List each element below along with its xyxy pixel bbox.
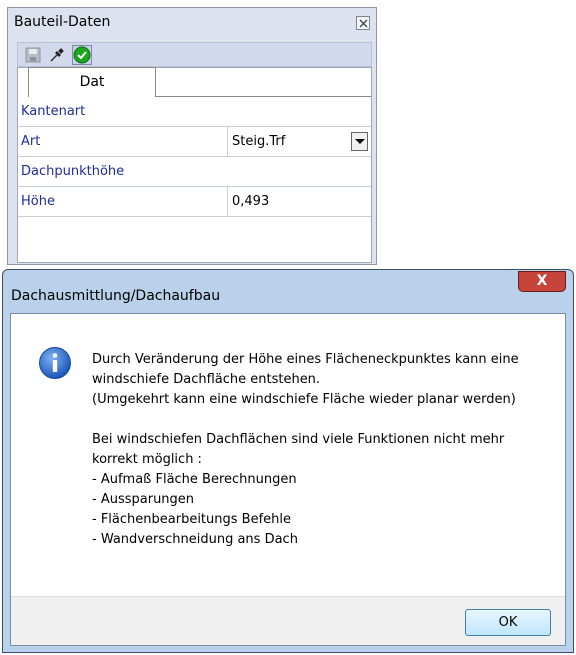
section-header-dachpunkthoehe: Dachpunkthöhe [18,157,371,187]
property-row-art[interactable]: Art Steig.Trf [18,127,371,157]
property-grid: Kantenart Art Steig.Trf Dachpunkthöhe Hö… [18,97,371,217]
message-dialog: Dachausmittlung/Dachaufbau X Durch Verän… [2,269,574,653]
property-label: Art [21,134,41,149]
message-line: - Flächenbearbeitungs Befehle [92,512,291,527]
panel-title: Bauteil-Daten [14,14,111,30]
dialog-close-button[interactable]: X [518,271,566,292]
message-line: Durch Veränderung der Höhe eines Flächen… [92,352,519,367]
panel-close-button[interactable] [356,16,370,30]
confirm-button[interactable] [72,45,92,65]
message-line: korrekt möglich : [92,452,202,467]
hoehe-value: 0,493 [232,194,270,209]
save-icon [25,47,41,63]
save-button[interactable] [24,46,42,64]
section-title: Dachpunkthöhe [21,164,125,179]
property-row-hoehe[interactable]: Höhe 0,493 [18,187,371,217]
message-line: (Umgekehrt kann eine windschiefe Fläche … [92,392,516,407]
dialog-title: Dachausmittlung/Dachaufbau [11,288,221,304]
dialog-footer: OK [11,596,565,645]
message-line: windschiefe Dachfläche entstehen. [92,372,321,387]
bauteil-daten-panel: Bauteil-Daten Dat Kantenart Art Steig.Tr… [7,7,377,265]
section-header-kantenart: Kantenart [18,97,371,127]
info-icon [39,347,71,379]
art-value: Steig.Trf [232,134,286,149]
ok-button[interactable]: OK [465,609,551,636]
tab-content: Dat Kantenart Art Steig.Trf Dachpunkthöh… [17,67,372,263]
panel-toolbar [17,42,372,67]
dropdown-arrow-icon[interactable] [351,132,368,151]
section-title: Kantenart [21,104,86,119]
close-icon [359,19,368,28]
message-line: - Aussparungen [92,492,195,507]
close-icon: X [536,273,548,289]
art-select[interactable]: Steig.Trf [227,127,371,157]
message-line: - Wandverschneidung ans Dach [92,532,298,547]
dialog-message: Durch Veränderung der Höhe eines Flächen… [92,350,552,550]
pin-icon [50,48,64,62]
hoehe-input[interactable]: 0,493 [227,187,371,217]
tab-dat[interactable]: Dat [28,67,156,97]
dialog-body: Durch Veränderung der Höhe eines Flächen… [10,313,566,646]
message-line: - Aufmaß Fläche Berechnungen [92,472,297,487]
message-line: Bei windschiefen Dachflächen sind viele … [92,432,505,447]
pin-button[interactable] [48,46,66,64]
property-label: Höhe [21,194,55,209]
checkmark-icon [73,46,91,64]
